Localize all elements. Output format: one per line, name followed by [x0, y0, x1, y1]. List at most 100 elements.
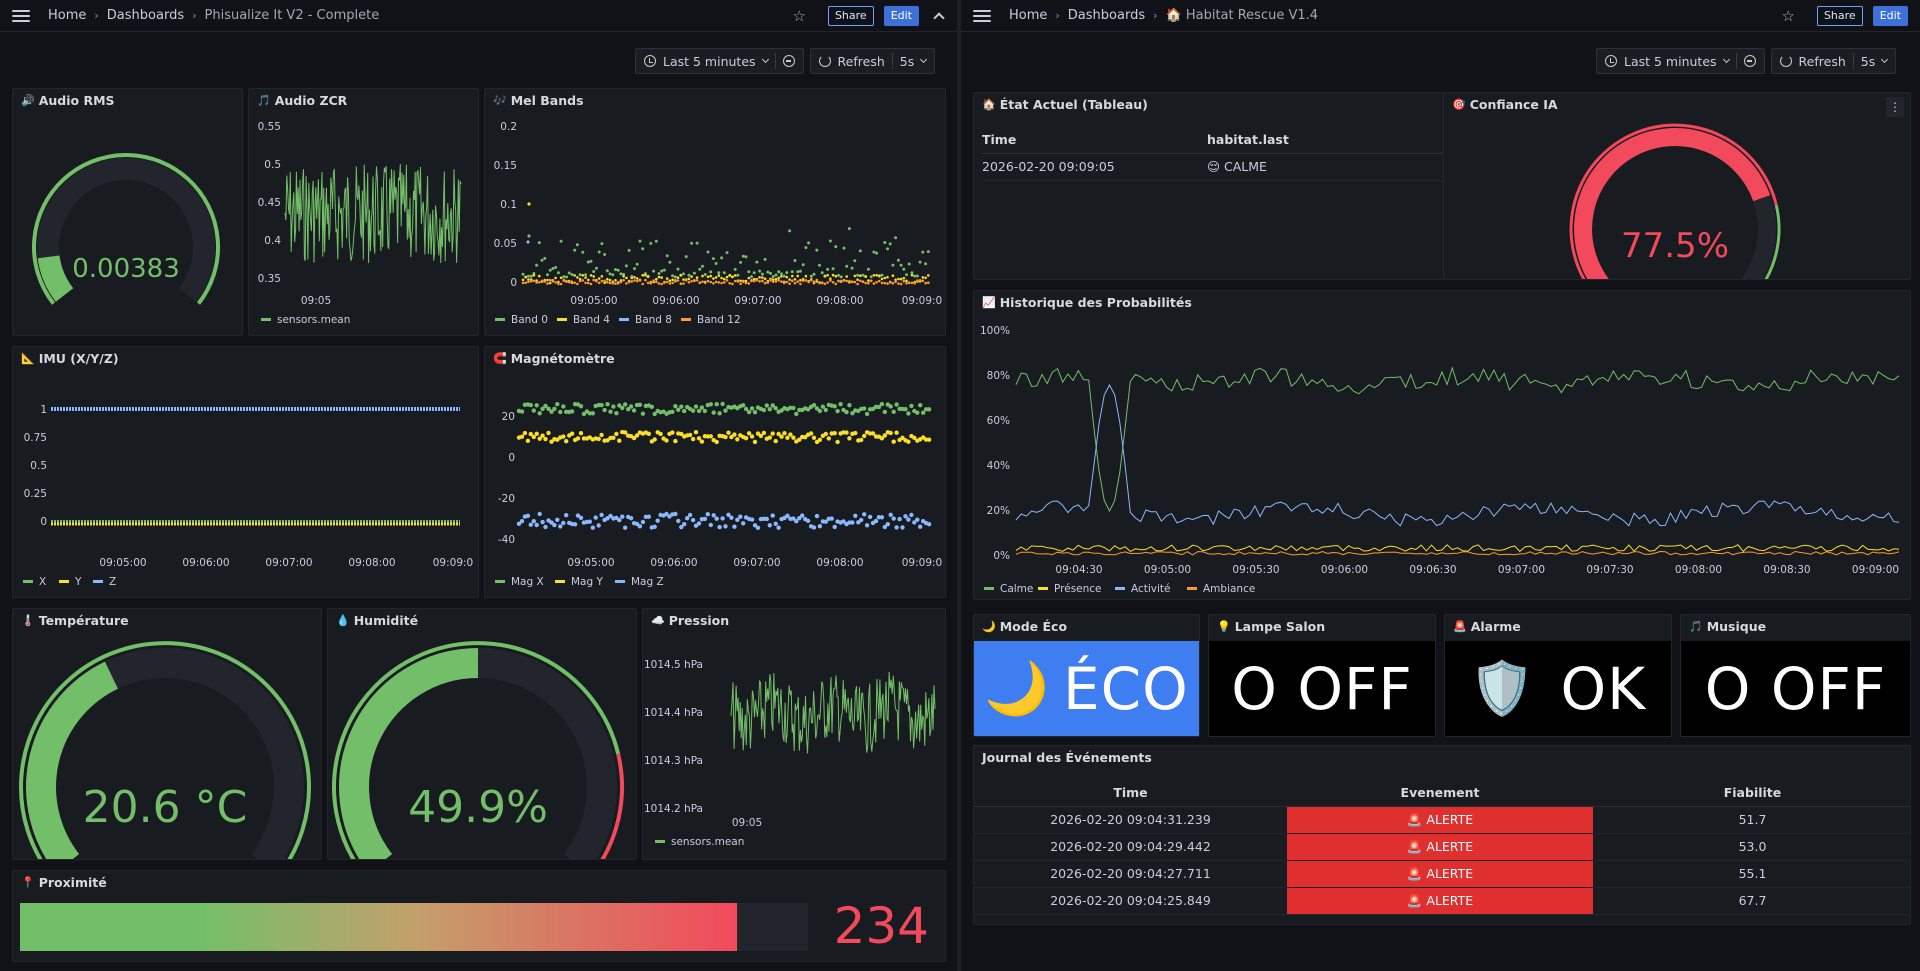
panel-imu[interactable]: 📐 IMU (X/Y/Z) 1 0.75 0.5 0.25 0 09:05:00 …	[12, 346, 479, 598]
data-point	[551, 278, 555, 282]
data-point	[728, 273, 731, 277]
refresh-picker[interactable]: Refresh 5s	[809, 48, 936, 74]
breadcrumb-dashboards[interactable]: Dashboards	[1068, 8, 1145, 23]
data-point	[829, 516, 834, 521]
star-icon[interactable]: ☆	[1781, 7, 1794, 25]
gauge-value: 0.00383	[72, 254, 180, 284]
menu-icon[interactable]	[973, 9, 991, 22]
data-point	[584, 273, 588, 277]
data-point	[785, 275, 789, 279]
data-point	[641, 282, 644, 286]
column-header[interactable]: Time	[974, 780, 1287, 807]
panel-musique[interactable]: 🎵 Musique O OFF	[1680, 614, 1911, 737]
data-point	[782, 274, 786, 278]
data-point	[711, 513, 716, 518]
data-point	[763, 277, 767, 281]
data-point	[894, 280, 897, 284]
data-point	[785, 435, 790, 440]
data-point	[856, 282, 859, 286]
time-range-picker[interactable]: Last 5 minutes	[1596, 48, 1765, 74]
data-point	[714, 516, 719, 521]
data-point	[690, 408, 696, 413]
clock-icon	[644, 55, 656, 67]
panel-humidity[interactable]: 💧 Humidité 49.9%	[327, 608, 637, 860]
data-point	[853, 430, 858, 436]
data-point	[684, 279, 688, 282]
zoom-out-icon[interactable]	[782, 55, 795, 67]
edit-button[interactable]: Edit	[1872, 6, 1908, 26]
menu-icon[interactable]	[12, 9, 30, 22]
data-point	[872, 282, 876, 285]
data-point	[739, 260, 743, 264]
refresh-interval[interactable]: 5s	[900, 54, 914, 69]
star-icon[interactable]: ☆	[792, 7, 805, 25]
panel-etat-actuel[interactable]: 🏠 État Actuel (Tableau) Time habitat.last…	[973, 92, 1451, 280]
breadcrumb-dashboards[interactable]: Dashboards	[107, 8, 184, 23]
data-point	[897, 516, 902, 522]
data-point	[540, 433, 545, 438]
data-point	[635, 262, 639, 266]
data-point	[652, 437, 657, 442]
panel-proximite[interactable]: 📍 Proximité 234	[12, 870, 946, 962]
data-point	[891, 274, 895, 277]
data-point	[576, 282, 579, 286]
data-point	[620, 405, 625, 411]
chevron-up-icon[interactable]	[933, 12, 945, 24]
y-tick: 20%	[987, 505, 1010, 517]
data-point	[589, 274, 593, 277]
refresh-label[interactable]: Refresh	[1799, 54, 1846, 69]
breadcrumb-home[interactable]: Home	[1009, 8, 1047, 23]
data-point	[773, 438, 778, 444]
panel-lampe-salon[interactable]: 💡 Lampe Salon O OFF	[1208, 614, 1436, 737]
data-point	[590, 411, 595, 416]
breadcrumb-home[interactable]: Home	[48, 8, 86, 23]
data-point	[590, 525, 595, 530]
refresh-interval[interactable]: 5s	[1861, 54, 1875, 69]
data-point	[926, 407, 932, 412]
x-tick: 09:08:30	[1763, 564, 1810, 576]
table-row: 2026-02-20 09:09:05 😌 CALME	[982, 153, 1444, 181]
data-point	[543, 280, 547, 283]
data-point	[729, 515, 734, 520]
data-point	[831, 273, 835, 277]
zoom-out-icon[interactable]	[1743, 55, 1756, 67]
data-point	[602, 407, 607, 413]
panel-historique[interactable]: 📈 Historique des Probabilités 100% 80% 60…	[973, 290, 1911, 600]
time-range-picker[interactable]: Last 5 minutes	[635, 48, 804, 74]
share-button[interactable]: Share	[827, 6, 874, 26]
data-point	[633, 267, 636, 271]
refresh-picker[interactable]: Refresh 5s	[1770, 48, 1897, 74]
legend-swatch	[261, 318, 271, 321]
data-point	[785, 280, 789, 284]
data-point	[554, 281, 557, 284]
panel-confiance-ia[interactable]: 🎯 Confiance IA ⋮ 77.5%	[1443, 92, 1911, 280]
data-point	[847, 436, 852, 441]
panel-alarme[interactable]: 🚨 Alarme 🛡️ OK	[1444, 614, 1672, 737]
data-point	[720, 516, 725, 521]
data-point	[823, 282, 827, 286]
panel-temperature[interactable]: 🌡️ Température 20.6 °C	[12, 608, 322, 860]
column-header[interactable]: Fiabilite	[1593, 780, 1910, 807]
panel-mode-eco[interactable]: 🌙 Mode Éco 🌙 ÉCO	[973, 614, 1200, 737]
data-point	[869, 279, 873, 283]
panel-audio-rms[interactable]: 🔊 Audio RMS 0.00383	[12, 88, 243, 336]
data-point	[535, 263, 539, 267]
share-button[interactable]: Share	[1816, 6, 1863, 26]
data-point	[712, 277, 715, 280]
panel-magnetometer[interactable]: 🧲 Magnétomètre 20 0 -20 -40 09:05:00 09:0…	[484, 346, 946, 598]
column-header[interactable]: Evenement	[1287, 780, 1593, 807]
panel-journal[interactable]: Journal des Événements Time Evenement Fi…	[973, 745, 1911, 925]
data-point	[741, 521, 746, 526]
refresh-label[interactable]: Refresh	[838, 54, 885, 69]
column-header[interactable]: habitat.last	[1207, 127, 1444, 154]
panel-pression[interactable]: ☁️ Pression 1014.5 hPa 1014.4 hPa 1014.3 …	[642, 608, 946, 860]
data-point	[752, 271, 756, 275]
data-point	[684, 255, 688, 259]
panel-audio-zcr[interactable]: 🎵 Audio ZCR 0.55 0.5 0.45 0.4 0.35 09:05 …	[248, 88, 479, 336]
column-header[interactable]: Time	[982, 127, 1207, 154]
edit-button[interactable]: Edit	[883, 6, 919, 26]
gauge-confiance: 77.5%	[1569, 123, 1781, 279]
data-point	[640, 411, 646, 416]
panel-mel-bands[interactable]: 🎶 Mel Bands 0.2 0.15 0.1 0.05 0 09:05:00 …	[484, 88, 946, 336]
data-point	[761, 430, 767, 436]
